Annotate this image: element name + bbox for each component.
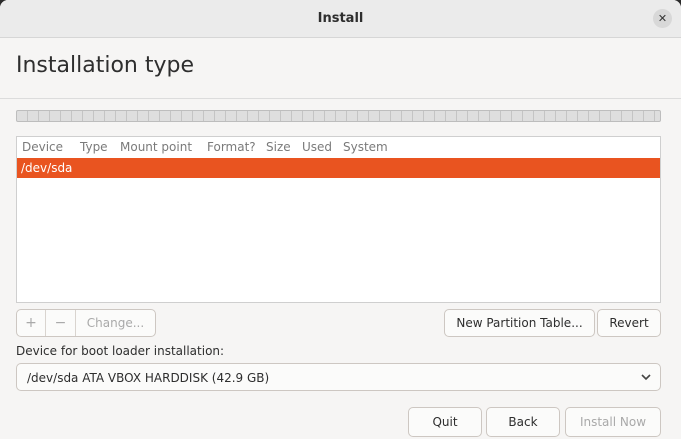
title-bar: Install ✕ <box>0 0 681 38</box>
add-partition-button[interactable]: + <box>17 310 45 336</box>
boot-loader-device-select[interactable]: /dev/sda ATA VBOX HARDDISK (42.9 GB) <box>16 363 661 391</box>
device-cell: /dev/sda <box>21 161 73 175</box>
chevron-down-icon <box>640 369 652 388</box>
back-button[interactable]: Back <box>486 407 560 437</box>
column-header-size[interactable]: Size <box>266 140 291 154</box>
partition-table[interactable]: Device Type Mount point Format? Size Use… <box>16 136 661 303</box>
page-title: Installation type <box>16 53 194 78</box>
header-divider <box>0 98 681 99</box>
installer-window: Install ✕ Installation type Device Type … <box>0 0 681 439</box>
close-icon[interactable]: ✕ <box>653 9 672 28</box>
partition-tools: + − Change... <box>16 309 156 337</box>
column-header-used[interactable]: Used <box>302 140 332 154</box>
change-partition-button[interactable]: Change... <box>76 310 155 336</box>
quit-button[interactable]: Quit <box>408 407 482 437</box>
revert-button[interactable]: Revert <box>597 309 661 337</box>
selected-device: /dev/sda ATA VBOX HARDDISK (42.9 GB) <box>27 371 270 385</box>
new-partition-table-button[interactable]: New Partition Table... <box>444 309 595 337</box>
column-header-device[interactable]: Device <box>22 140 63 154</box>
boot-loader-label: Device for boot loader installation: <box>16 344 225 358</box>
column-header-type[interactable]: Type <box>80 140 108 154</box>
remove-partition-button[interactable]: − <box>46 310 75 336</box>
column-header-mount-point[interactable]: Mount point <box>120 140 192 154</box>
table-header: Device Type Mount point Format? Size Use… <box>17 137 660 157</box>
table-row[interactable]: /dev/sda <box>17 158 660 178</box>
column-header-format[interactable]: Format? <box>207 140 256 154</box>
install-now-button[interactable]: Install Now <box>565 407 661 437</box>
column-header-system[interactable]: System <box>343 140 388 154</box>
disk-usage-bar <box>16 110 661 122</box>
window-title: Install <box>317 11 364 26</box>
